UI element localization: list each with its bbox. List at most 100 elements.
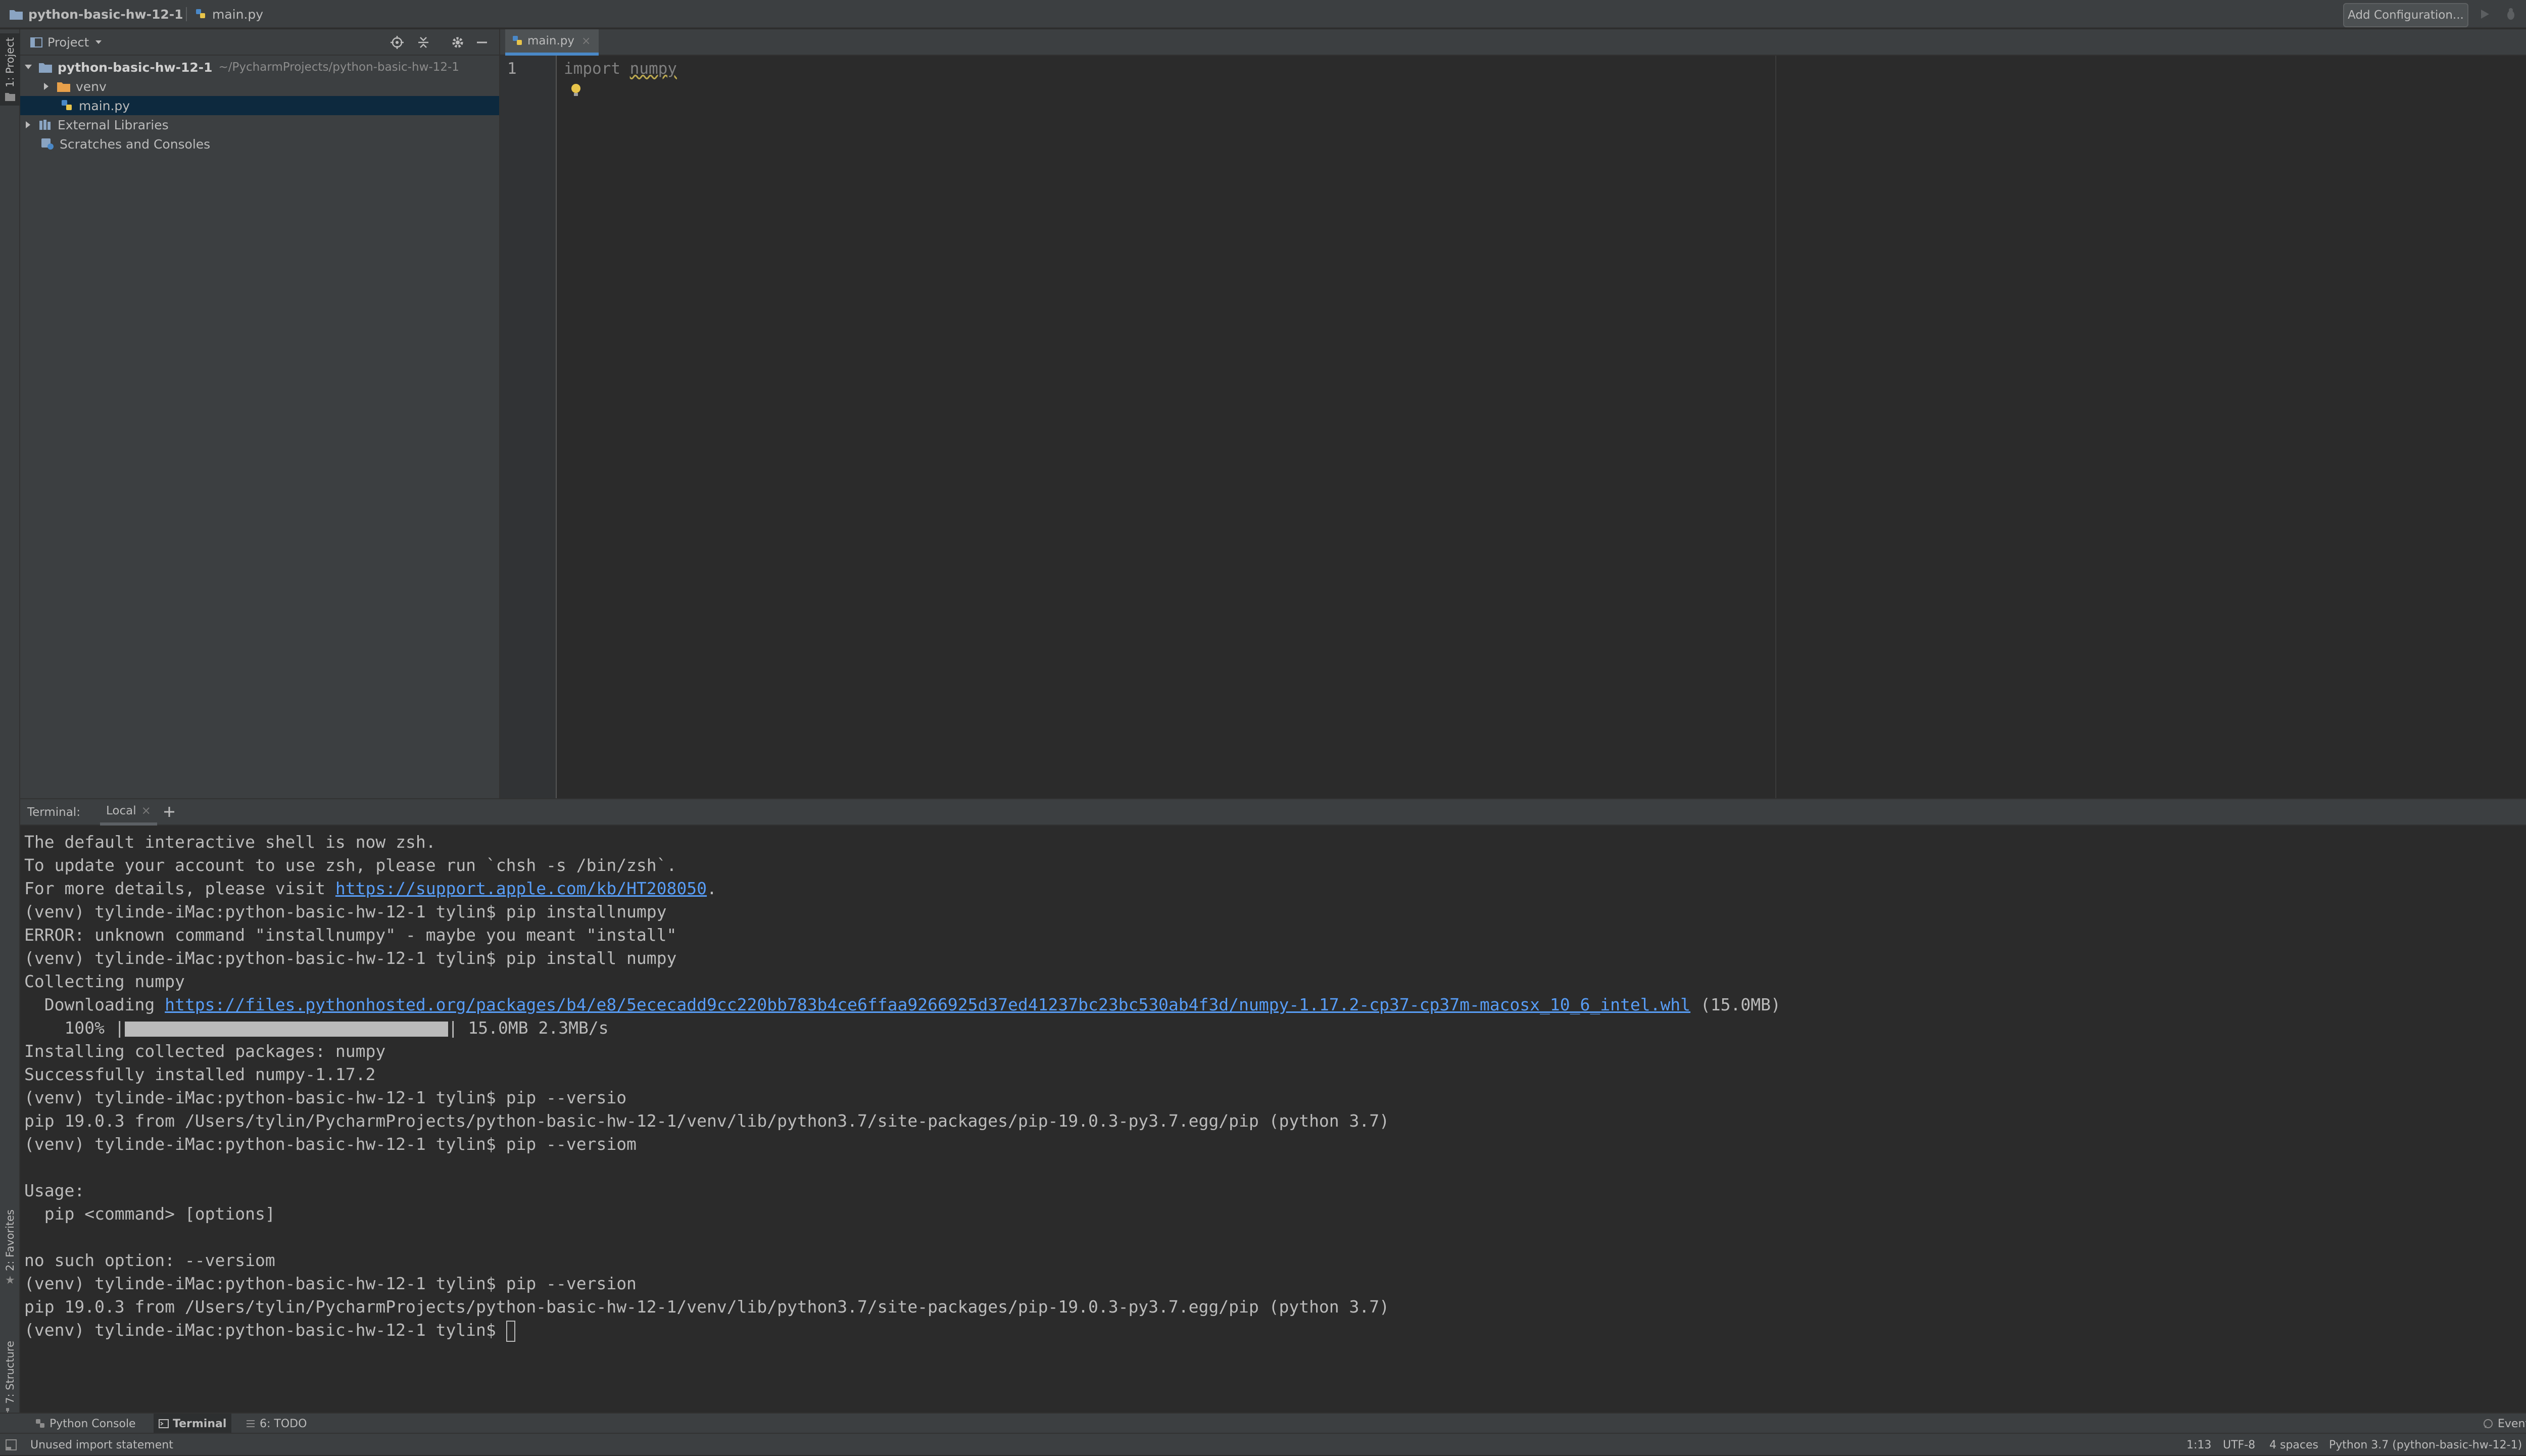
terminal-line: 100% | | 15.0MB 2.3MB/s [24, 1016, 608, 1040]
project-panel: Project python-basic-hw-12-1 ~/PycharmPr… [20, 29, 540, 798]
terminal-line-text: Usage: [24, 1181, 85, 1200]
tree-item-external-libraries[interactable]: External Libraries [20, 115, 501, 134]
terminal-line-text: Successfully installed numpy-1.17.2 [24, 1064, 376, 1084]
project-view-icon [30, 37, 42, 48]
code-line-1[interactable]: import numpy [564, 59, 677, 79]
tool-window-bar: Python Console Terminal 6: TODO Event Lo… [0, 1413, 2526, 1434]
terminal-line: Downloading https://files.pythonhosted.o… [24, 993, 1781, 1016]
editor-tab-bar: main.py × [500, 29, 2526, 56]
project-view-label: Project [47, 35, 89, 50]
event-log-tab[interactable]: Event Log [2478, 1414, 2526, 1434]
toggle-tool-windows-icon[interactable] [5, 1434, 17, 1456]
terminal-header: Terminal: Local × [20, 799, 2526, 826]
editor-tab-main-py[interactable]: main.py × [505, 29, 599, 56]
python-console-tab[interactable]: Python Console [30, 1414, 141, 1434]
python-file-icon [195, 8, 207, 20]
terminal-line: Installing collected packages: numpy [24, 1040, 385, 1063]
run-icon[interactable] [2475, 5, 2494, 23]
python-console-icon [35, 1419, 45, 1429]
terminal-line: (venv) tylinde-iMac:python-basic-hw-12-1… [24, 1086, 626, 1109]
terminal-session-tab[interactable]: Local × [100, 799, 157, 826]
terminal-line-suffix: (15.0MB) [1690, 995, 1781, 1014]
python-file-icon [512, 35, 523, 46]
terminal-line-text: Installing collected packages: numpy [24, 1041, 386, 1061]
terminal-tab-label: Terminal [173, 1417, 227, 1430]
terminal-line: (venv) tylinde-iMac:python-basic-hw-12-1… [24, 900, 667, 924]
tree-item-venv[interactable]: venv [20, 77, 519, 96]
favorites-tool-tab[interactable]: 2: Favorites ★ [0, 1206, 20, 1287]
chevron-down-icon[interactable] [22, 61, 34, 73]
terminal-line-text: For more details, please visit [24, 879, 335, 898]
close-icon[interactable]: × [141, 804, 151, 817]
scratches-icon [40, 137, 55, 151]
terminal-line-text: 100% | [24, 1018, 125, 1038]
terminal-line-text: pip 19.0.3 from /Users/tylin/PycharmProj… [24, 1297, 1390, 1317]
add-configuration-button[interactable]: Add Configuration... [2343, 3, 2468, 27]
todo-tab-label: 6: TODO [260, 1417, 307, 1430]
terminal-line: To update your account to use zsh, pleas… [24, 854, 676, 877]
terminal-line: (venv) tylinde-iMac:python-basic-hw-12-1… [24, 1133, 637, 1156]
terminal-line: pip 19.0.3 from /Users/tylin/PycharmProj… [24, 1295, 1389, 1319]
terminal-line-suffix: . [707, 879, 717, 898]
terminal-line-text: (venv) tylinde-iMac:python-basic-hw-12-1… [24, 1134, 637, 1154]
editor-gutter: 1 [500, 56, 557, 798]
terminal-line-text: no such option: --versiom [24, 1250, 275, 1270]
project-view-selector[interactable]: Project [30, 29, 102, 56]
code-keyword: import [564, 60, 620, 78]
terminal-link[interactable]: https://support.apple.com/kb/HT208050 [335, 879, 707, 898]
gear-icon[interactable] [451, 35, 465, 50]
tree-item-project-root[interactable]: python-basic-hw-12-1 ~/PycharmProjects/p… [20, 58, 501, 77]
python-interpreter[interactable]: Python 3.7 (python-basic-hw-12-1) [2329, 1434, 2522, 1456]
python-file-icon [61, 99, 74, 112]
close-icon[interactable]: × [581, 35, 591, 47]
breadcrumb-file-label: main.py [212, 7, 264, 22]
terminal-output[interactable]: The default interactive shell is now zsh… [20, 826, 2526, 1414]
minimize-icon[interactable] [475, 35, 489, 50]
terminal-session-tab-label: Local [106, 804, 136, 817]
collapse-icon[interactable] [416, 35, 430, 50]
right-margin-guide [1775, 56, 1776, 798]
editor-tab-label: main.py [527, 34, 574, 47]
code-area[interactable]: import numpy [564, 59, 2180, 798]
favorites-tool-tab-label: 2: Favorites [4, 1209, 16, 1271]
terminal-tab[interactable]: Terminal [154, 1414, 232, 1434]
bulb-icon[interactable] [570, 83, 582, 98]
terminal-line-text: Downloading [24, 995, 165, 1014]
locate-icon[interactable] [390, 35, 404, 50]
terminal-line-text: (venv) tylinde-iMac:python-basic-hw-12-1… [24, 948, 677, 968]
caret-position[interactable]: 1:13 [2187, 1434, 2211, 1456]
breadcrumb-project[interactable]: python-basic-hw-12-1 [9, 0, 183, 28]
indent-setting[interactable]: 4 spaces [2269, 1434, 2318, 1456]
structure-tool-tab[interactable]: 7: Structure [0, 1338, 20, 1417]
chevron-down-icon [95, 40, 102, 45]
terminal-line: (venv) tylinde-iMac:python-basic-hw-12-1… [24, 947, 676, 970]
tree-item-scratches[interactable]: Scratches and Consoles [20, 134, 519, 154]
terminal-link[interactable]: https://files.pythonhosted.org/packages/… [165, 995, 1690, 1014]
breadcrumb-project-label: python-basic-hw-12-1 [28, 7, 183, 22]
add-icon[interactable] [163, 805, 176, 818]
tree-item-main-py[interactable]: main.py [20, 96, 540, 115]
terminal-line-text: To update your account to use zsh, pleas… [24, 855, 677, 875]
event-log-icon [2483, 1418, 2494, 1429]
project-tool-tab[interactable]: 1: Project [0, 33, 20, 106]
code-editor: main.py × 1 import numpy [499, 29, 2526, 798]
tree-item-label: External Libraries [58, 117, 169, 132]
terminal-line: Successfully installed numpy-1.17.2 [24, 1063, 375, 1086]
chevron-right-icon[interactable] [22, 119, 34, 131]
debug-icon[interactable] [2502, 5, 2520, 23]
status-bar: Unused import statement 1:13 UTF-8 4 spa… [0, 1433, 2526, 1455]
terminal-cursor [506, 1320, 515, 1342]
terminal-line: Collecting numpy [24, 970, 185, 993]
file-encoding[interactable]: UTF-8 [2223, 1434, 2255, 1456]
tree-item-label: venv [76, 79, 107, 94]
code-module-name: numpy [629, 60, 677, 78]
breadcrumb-file[interactable]: main.py [195, 0, 263, 28]
left-tool-strip: 1: Project 2: Favorites ★ 7: Structure [0, 29, 20, 1416]
chevron-right-icon[interactable] [40, 80, 53, 92]
terminal-line-text: ERROR: unknown command "installnumpy" - … [24, 925, 677, 945]
folder-icon [9, 8, 23, 20]
terminal-line-text: Collecting numpy [24, 972, 185, 991]
terminal-title: Terminal: [27, 806, 80, 819]
todo-tab[interactable]: 6: TODO [240, 1414, 312, 1434]
breadcrumb-separator [186, 7, 187, 21]
